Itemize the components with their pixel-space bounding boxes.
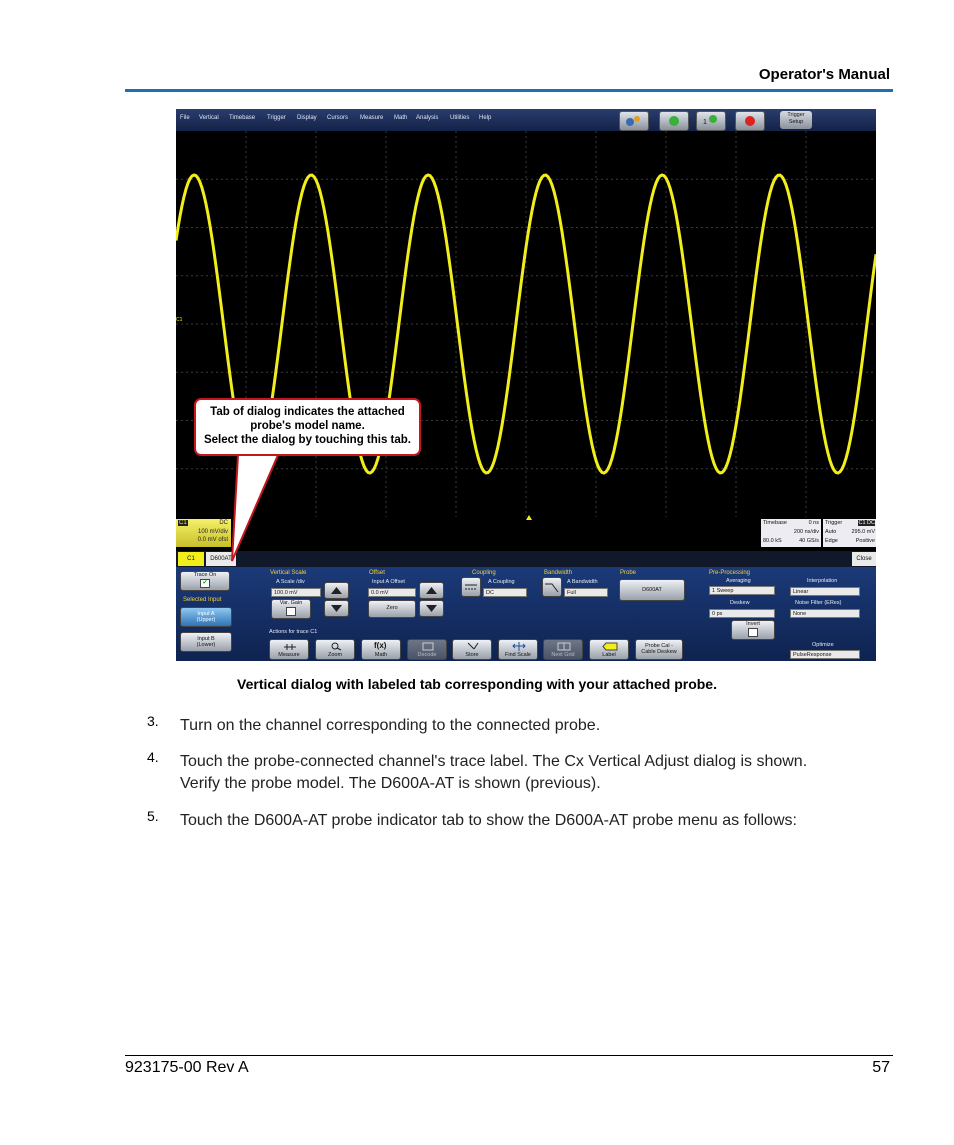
figure-caption: Vertical dialog with labeled tab corresp… <box>237 676 717 692</box>
footer-page-number: 57 <box>872 1059 890 1076</box>
footer-doc-number: 923175-00 Rev A <box>125 1059 249 1076</box>
running-header: Operator's Manual <box>758 66 890 83</box>
step-number: 5. <box>147 808 159 824</box>
callout-line3: Select the dialog by touching this tab. <box>203 434 412 446</box>
step-number: 3. <box>147 713 159 729</box>
footer-rule <box>125 1055 893 1056</box>
step-text: Touch the probe-connected channel's trac… <box>180 753 808 770</box>
callout-pointer <box>231 454 280 562</box>
callout-line2: probe's model name. <box>250 420 365 432</box>
header-rule <box>125 89 893 92</box>
step-number: 4. <box>147 749 159 765</box>
callout-box: Tab of dialog indicates the attached pro… <box>194 398 421 456</box>
step-text: Turn on the channel corresponding to the… <box>180 717 601 734</box>
step-text: Verify the probe model. The D600A-AT is … <box>180 775 601 792</box>
callout-line1: Tab of dialog indicates the attached <box>210 406 405 418</box>
step-text: Touch the D600A-AT probe indicator tab t… <box>180 812 797 829</box>
oscilloscope-screenshot: File Vertical Timebase Trigger Display C… <box>176 109 876 661</box>
